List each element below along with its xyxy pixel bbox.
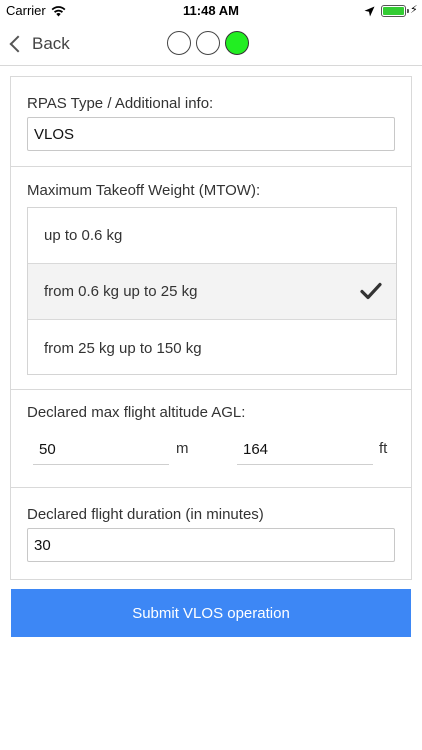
flight-duration-input[interactable] [27,528,395,562]
submit-operation-button[interactable]: Submit VLOS operation [11,589,411,637]
location-arrow-icon [364,4,375,22]
duration-section: Declared flight duration (in minutes) [11,488,411,579]
status-bar: Carrier 11:48 AM ⚡ [0,0,422,22]
back-button[interactable]: Back [8,31,70,57]
battery-tip [407,9,409,13]
operation-form: RPAS Type / Additional info: Maximum Tak… [10,76,412,580]
mtow-option-25-to-150[interactable]: from 25 kg up to 150 kg [28,320,396,376]
mtow-label: Maximum Takeoff Weight (MTOW): [27,182,261,199]
rpas-label: RPAS Type / Additional info: [27,95,214,112]
altitude-meters-input[interactable] [33,435,169,465]
navigation-bar: Back [0,22,422,66]
altitude-label: Declared max flight altitude AGL: [27,404,246,421]
step-indicator [167,31,249,55]
mtow-option-0-6-to-25[interactable]: from 0.6 kg up to 25 kg [28,264,396,320]
meters-unit-label: m [176,440,189,457]
mtow-section: Maximum Takeoff Weight (MTOW): up to 0.6… [11,167,411,390]
option-label: from 0.6 kg up to 25 kg [44,283,198,300]
chevron-left-icon [9,35,27,53]
duration-label: Declared flight duration (in minutes) [27,506,264,523]
clock: 11:48 AM [183,3,239,18]
rpas-type-input[interactable] [27,117,395,151]
altitude-feet-input[interactable] [237,435,373,465]
mtow-option-up-to-0-6[interactable]: up to 0.6 kg [28,208,396,264]
altitude-section: Declared max flight altitude AGL: m ft [11,390,411,488]
option-label: from 25 kg up to 150 kg [44,339,202,357]
feet-unit-label: ft [379,440,388,457]
step-2-dot [196,31,220,55]
mtow-options: up to 0.6 kg from 0.6 kg up to 25 kg fro… [27,207,397,375]
step-3-dot-active [225,31,249,55]
charging-bolt-icon: ⚡ [410,4,418,16]
option-label: up to 0.6 kg [44,227,123,244]
checkmark-icon [360,282,382,300]
back-label: Back [32,34,70,53]
battery-icon [381,5,406,17]
rpas-section: RPAS Type / Additional info: [11,77,411,167]
step-1-dot [167,31,191,55]
